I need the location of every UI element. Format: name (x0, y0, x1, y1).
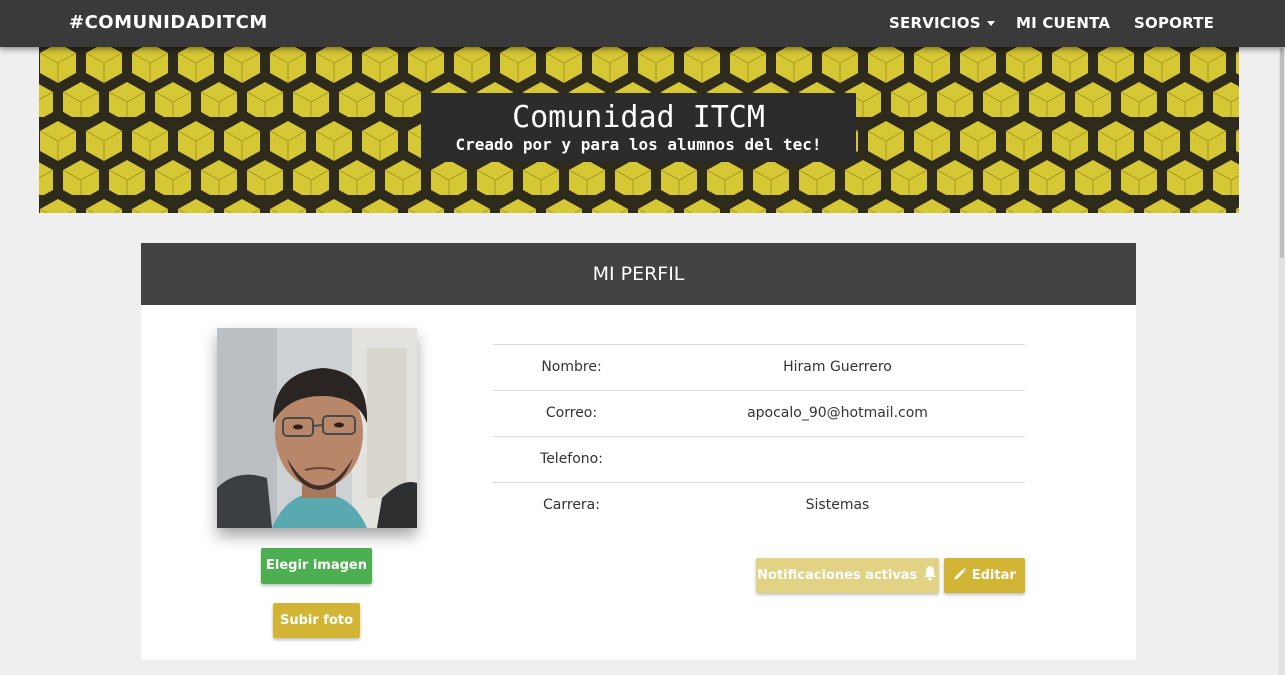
info-value: Sistemas (805, 497, 870, 513)
nav-servicios-label: SERVICIOS (889, 14, 981, 32)
info-row-telefono: Telefono: (493, 436, 1025, 482)
info-value: Hiram Guerrero (783, 359, 892, 375)
info-row-nombre: Nombre: Hiram Guerrero (493, 344, 1025, 390)
banner-title: Comunidad ITCM (512, 100, 765, 135)
info-value: apocalo_90@hotmail.com (747, 405, 928, 421)
notifications-button[interactable]: Notificaciones activas (756, 558, 939, 593)
avatar (217, 328, 417, 528)
info-row-correo: Correo: apocalo_90@hotmail.com (493, 390, 1025, 436)
navbar: #COMUNIDADITCM SERVICIOS MI CUENTA SOPOR… (0, 0, 1285, 47)
bell-icon (923, 566, 936, 581)
profile-card: MI PERFIL Elegir imagen Subir foto Nombr… (141, 243, 1136, 660)
nav-soporte[interactable]: SOPORTE (1134, 14, 1214, 32)
caret-down-icon (986, 21, 995, 26)
scrollbar[interactable] (1279, 0, 1285, 675)
nav-servicios[interactable]: SERVICIOS (889, 14, 995, 32)
info-label: Correo: (545, 405, 598, 421)
info-label: Nombre: (541, 359, 602, 375)
info-label: Telefono: (540, 451, 603, 467)
nav-mi-cuenta[interactable]: MI CUENTA (1016, 14, 1110, 32)
info-label: Carrera: (543, 497, 600, 513)
profile-header: MI PERFIL (141, 243, 1136, 305)
notifications-label: Notificaciones activas (757, 568, 918, 583)
edit-label: Editar (971, 568, 1016, 583)
banner: Comunidad ITCM Creado por y para los alu… (39, 47, 1239, 213)
pencil-icon (954, 567, 967, 580)
upload-photo-button[interactable]: Subir foto (273, 603, 360, 638)
edit-button[interactable]: Editar (944, 558, 1025, 593)
choose-image-button[interactable]: Elegir imagen (261, 548, 372, 584)
brand-link[interactable]: #COMUNIDADITCM (69, 12, 268, 33)
profile-info-table: Nombre: Hiram Guerrero Correo: apocalo_9… (493, 344, 1025, 528)
info-row-carrera: Carrera: Sistemas (493, 482, 1025, 528)
banner-subtitle: Creado por y para los alumnos del tec! (455, 135, 822, 154)
banner-title-box: Comunidad ITCM Creado por y para los alu… (421, 93, 856, 162)
scrollbar-thumb[interactable] (1280, 48, 1284, 258)
